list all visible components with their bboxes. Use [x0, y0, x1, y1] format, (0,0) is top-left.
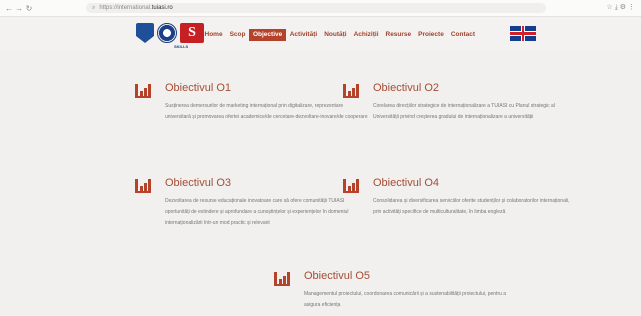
objective-description: Corelarea direcțiilor strategice de inte…	[373, 103, 555, 120]
menu-resurse[interactable]: Resurse	[382, 29, 415, 41]
url-domain: tuiasi.ro	[151, 5, 173, 11]
round-seal-icon[interactable]	[157, 23, 177, 43]
menu-contact[interactable]: Contact	[447, 29, 478, 41]
uk-flag-icon[interactable]	[510, 26, 536, 41]
url-prefix: https://international.	[99, 5, 152, 11]
objective-title: Obiectivul O1	[165, 82, 232, 94]
main-menu: Home Scop Objective Activități Noutăți A…	[201, 29, 479, 41]
menu-noutati[interactable]: Noutăți	[321, 29, 350, 41]
menu-activitati[interactable]: Activități	[286, 29, 320, 41]
address-bar[interactable]: ⌕ https://international. tuiasi.ro	[86, 3, 546, 13]
back-icon[interactable]: ←	[4, 4, 14, 13]
menu-achizitii[interactable]: Achiziții	[350, 29, 382, 41]
objectives-section: Obiectivul O1 Susținerea demersurilor de…	[0, 49, 641, 316]
browser-tools[interactable]: ☆ ⤓ ⚙ ⋮	[607, 3, 635, 12]
bar-chart-icon	[135, 179, 151, 193]
browser-toolbar: ← → ↻ ⌕ https://international. tuiasi.ro …	[0, 0, 641, 17]
objective-title: Obiectivul O3	[165, 177, 232, 189]
search-icon: ⌕	[92, 4, 96, 11]
objective-title: Obiectivul O2	[373, 82, 440, 94]
objective-title: Obiectivul O5	[304, 270, 371, 282]
menu-home[interactable]: Home	[201, 29, 226, 41]
bar-chart-icon	[343, 179, 359, 193]
objective-description: Dezvoltarea de resurse educaționale inov…	[165, 198, 349, 226]
menu-scop[interactable]: Scop	[226, 29, 249, 41]
bar-chart-icon	[343, 84, 359, 98]
university-crest-icon[interactable]	[136, 23, 154, 43]
objective-description: Consolidarea și diversificarea serviciil…	[373, 198, 570, 215]
forward-icon[interactable]: →	[14, 4, 24, 13]
objective-description: Managementul proiectului, coordonarea co…	[304, 291, 507, 308]
reload-icon[interactable]: ↻	[24, 4, 34, 13]
logo-group[interactable]: S	[136, 23, 204, 43]
bar-chart-icon	[135, 84, 151, 98]
menu-proiecte[interactable]: Proiecte	[415, 29, 448, 41]
objective-description: Susținerea demersurilor de marketing int…	[165, 103, 368, 120]
bar-chart-icon	[274, 272, 290, 286]
menu-objective-active[interactable]: Objective	[248, 29, 287, 41]
site-header: S SKILLS Home Scop Objective Activități …	[0, 17, 641, 49]
objective-title: Obiectivul O4	[373, 177, 440, 189]
